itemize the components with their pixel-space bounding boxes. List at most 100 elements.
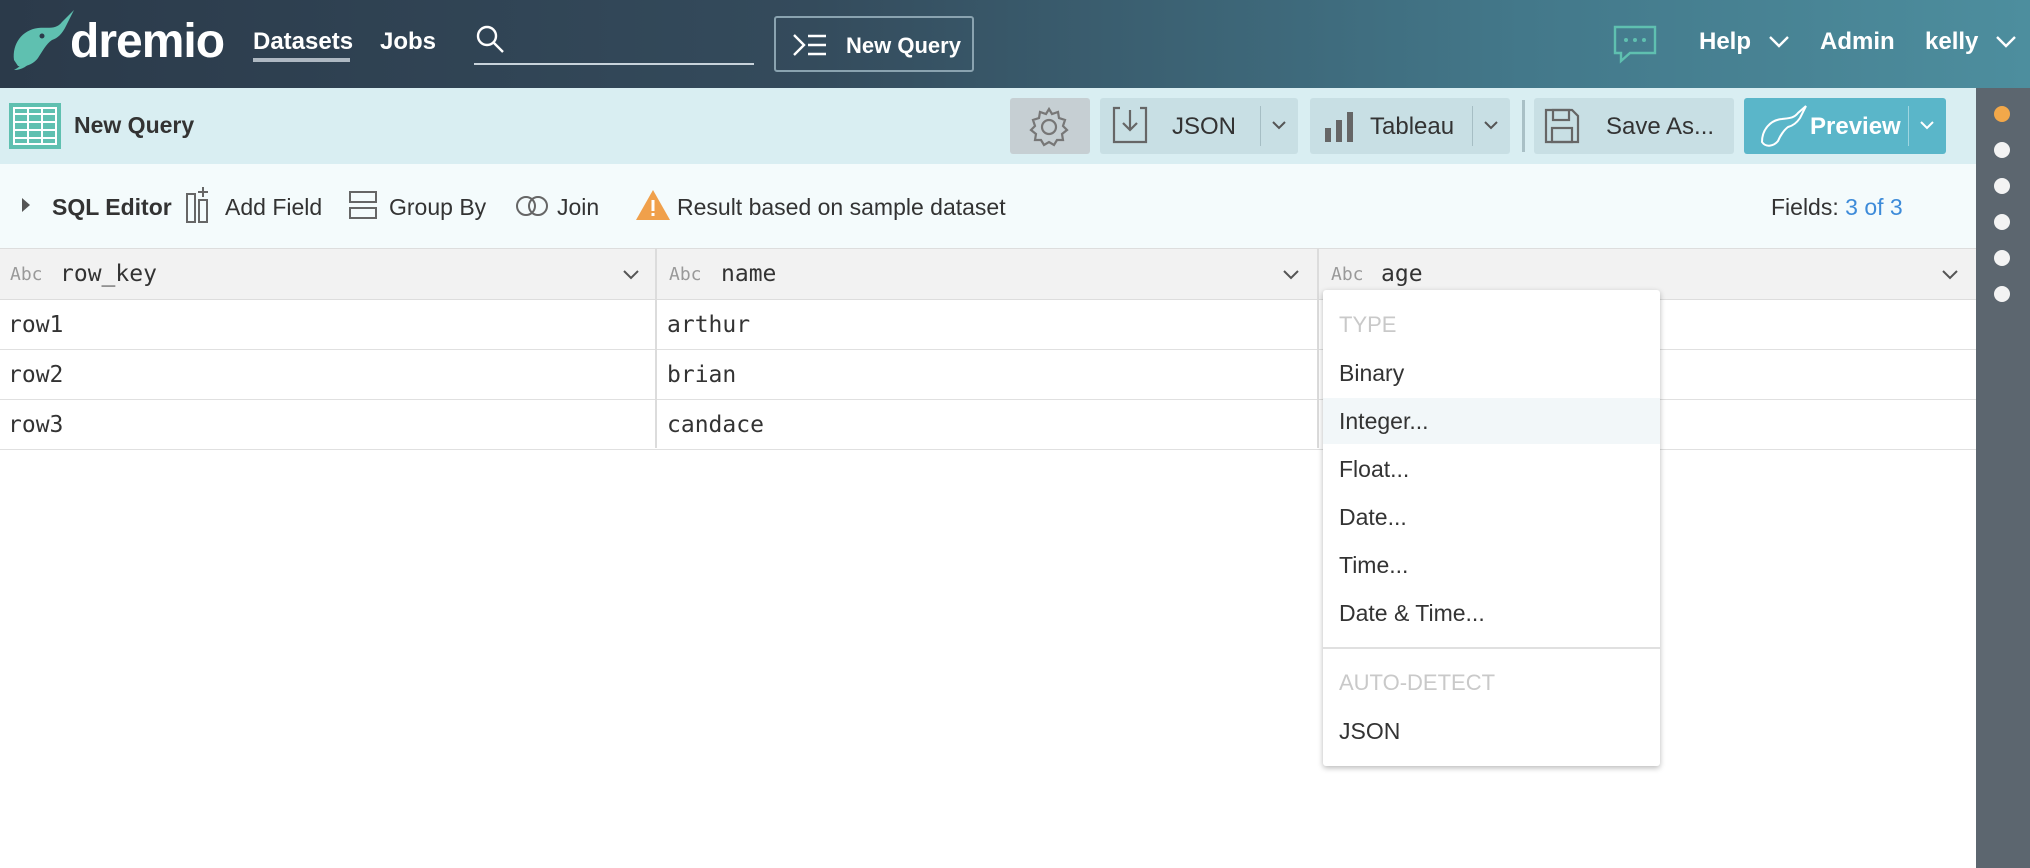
add-field-button[interactable]: Add Field (225, 194, 322, 221)
active-nav-indicator (253, 58, 350, 62)
menu-item-integer[interactable]: Integer... (1323, 398, 1660, 444)
user-menu[interactable]: kelly (1925, 28, 2017, 56)
column-type-label: Abc (1331, 264, 1364, 285)
fields-counter: Fields: 3 of 3 (1771, 194, 1903, 221)
rail-indicator-active[interactable] (1994, 106, 2010, 122)
chevron-down-icon (1996, 36, 2016, 48)
chevron-down-icon (1768, 36, 1789, 48)
preview-button[interactable]: Preview (1744, 98, 1946, 154)
warning-icon (636, 190, 670, 220)
table-cell[interactable]: arthur (667, 312, 750, 338)
column-header-name[interactable]: Abc name (657, 249, 1317, 299)
menu-divider (1323, 647, 1660, 649)
tableau-label: Tableau (1370, 113, 1455, 140)
menu-item-label: Integer... (1339, 408, 1429, 434)
menu-item-binary[interactable]: Binary (1323, 350, 1660, 396)
join-icon (516, 196, 548, 216)
right-side-rail (1976, 88, 2030, 868)
menu-item-label: Date... (1339, 504, 1407, 530)
transform-toolbar: SQL Editor Add Field Group By Join Resul… (0, 164, 1976, 248)
group-by-icon (349, 191, 377, 219)
rail-indicator[interactable] (1994, 214, 2010, 230)
add-field-icon (186, 187, 208, 223)
dataset-table-icon (9, 103, 61, 149)
column-type-label: Abc (10, 264, 43, 285)
join-button[interactable]: Join (557, 194, 599, 221)
menu-item-label: Time... (1339, 552, 1409, 578)
caret-right-icon[interactable] (20, 196, 32, 214)
user-menu-label: kelly (1925, 28, 1979, 55)
bar-chart-icon (1325, 112, 1353, 142)
table-cell[interactable]: row2 (8, 362, 63, 388)
rail-indicator[interactable] (1994, 286, 2010, 302)
page-title: New Query (74, 112, 195, 138)
menu-item-time[interactable]: Time... (1323, 542, 1660, 588)
group-by-button[interactable]: Group By (389, 194, 486, 221)
settings-button[interactable] (1010, 98, 1090, 154)
search-icon[interactable] (475, 24, 505, 54)
sql-prompt-icon (793, 34, 826, 56)
nav-jobs-link[interactable]: Jobs (380, 28, 436, 56)
chevron-down-icon[interactable] (620, 263, 642, 285)
new-query-button-label: New Query (846, 33, 961, 58)
fields-count-link[interactable]: 3 of 3 (1845, 194, 1903, 220)
chevron-down-icon[interactable] (1268, 114, 1290, 136)
download-json-label: JSON (1172, 113, 1237, 140)
download-icon (1112, 106, 1148, 144)
save-as-button[interactable]: Save As... (1534, 98, 1734, 154)
rail-indicator[interactable] (1994, 250, 2010, 266)
sample-dataset-warning: Result based on sample dataset (677, 194, 1006, 220)
column-divider[interactable] (655, 248, 657, 448)
table-row: row2 brian (0, 350, 1976, 400)
new-query-button[interactable]: New Query (774, 16, 974, 72)
column-name: row_key (60, 261, 157, 287)
column-name: age (1381, 261, 1423, 287)
button-divider (1472, 106, 1473, 146)
gear-icon (1029, 106, 1069, 147)
rail-indicator[interactable] (1994, 142, 2010, 158)
table-cell[interactable]: row1 (8, 312, 63, 338)
column-header-row-key[interactable]: Abc row_key (0, 249, 655, 299)
tableau-button[interactable]: Tableau (1310, 98, 1510, 154)
nav-datasets-link[interactable]: Datasets (253, 28, 353, 56)
menu-item-label: Binary (1339, 360, 1405, 386)
nav-admin-link[interactable]: Admin (1820, 28, 1895, 56)
table-row: row3 candace (0, 400, 1976, 450)
chevron-down-icon[interactable] (1916, 114, 1938, 136)
table-row: row1 arthur (0, 300, 1976, 350)
menu-item-json[interactable]: JSON (1323, 708, 1660, 754)
column-divider[interactable] (1317, 248, 1319, 448)
save-icon (1544, 108, 1580, 144)
top-navigation-bar: dremio Datasets Jobs New Query Help Admi… (0, 0, 2030, 88)
chat-icon[interactable] (1612, 24, 1658, 64)
rail-indicator[interactable] (1994, 178, 2010, 194)
table-cell[interactable]: brian (667, 362, 736, 388)
preview-label: Preview (1810, 113, 1901, 140)
column-type-label: Abc (669, 264, 702, 285)
help-menu[interactable]: Help (1699, 28, 1790, 56)
menu-item-date-time[interactable]: Date & Time... (1323, 590, 1660, 636)
logo-wordmark[interactable]: dremio (70, 14, 225, 69)
menu-item-float[interactable]: Float... (1323, 446, 1660, 492)
dataset-toolbar: New Query JSON Tableau Save As... Previe… (0, 88, 1976, 164)
chevron-down-icon[interactable] (1939, 263, 1961, 285)
chevron-down-icon[interactable] (1480, 114, 1502, 136)
fields-label: Fields: (1771, 194, 1839, 220)
menu-item-date[interactable]: Date... (1323, 494, 1660, 540)
menu-section-header: TYPE (1339, 312, 1397, 337)
narwhal-icon (1760, 105, 1807, 147)
table-cell[interactable]: candace (667, 412, 764, 438)
column-type-menu: TYPE Binary Integer... Float... Date... … (1323, 290, 1660, 766)
menu-item-label: Float... (1339, 456, 1410, 482)
menu-item-label: Date & Time... (1339, 600, 1485, 626)
search-input[interactable] (474, 63, 754, 65)
button-divider (1908, 106, 1909, 146)
narwhal-logo-icon[interactable] (8, 8, 78, 74)
sql-editor-toggle[interactable]: SQL Editor (52, 194, 172, 221)
chevron-down-icon[interactable] (1280, 263, 1302, 285)
download-json-button[interactable]: JSON (1100, 98, 1298, 154)
table-cell[interactable]: row3 (8, 412, 63, 438)
help-menu-label: Help (1699, 28, 1752, 55)
button-divider (1260, 106, 1261, 146)
menu-section-header: AUTO-DETECT (1339, 670, 1496, 695)
